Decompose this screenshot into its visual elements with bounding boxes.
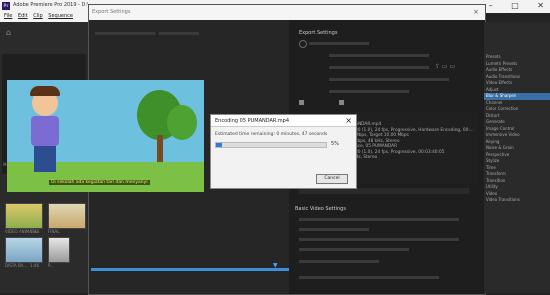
encoding-progress-bar (215, 142, 327, 148)
export-video-checkbox[interactable] (299, 100, 304, 105)
export-timeline-bar[interactable] (91, 268, 289, 271)
character-hair (30, 86, 60, 96)
menu-clip[interactable]: Clip (33, 13, 42, 19)
playhead-icon[interactable]: ▼ (273, 262, 278, 269)
menu-bar: File Edit Clip Sequence (0, 13, 90, 22)
export-settings-header: Export Settings (299, 30, 338, 36)
match-source-row[interactable] (299, 218, 459, 221)
tree-illustration (167, 105, 197, 140)
format-select[interactable] (329, 54, 429, 57)
effects-panel: Presets Lumetri Presets Audio Effects Audio… (484, 22, 550, 293)
encoding-progress-percent: 5% (331, 141, 339, 147)
export-dialog-titlebar: Export Settings × (89, 5, 485, 20)
clip-name: DISTA BA... (5, 263, 28, 268)
clip-name: P... (48, 263, 54, 268)
export-preview-frame: Di sekolah ada kegiatan tari dan menyany… (7, 80, 204, 192)
effects-list-item[interactable]: Video Transitions (484, 197, 550, 204)
export-dialog-close-button[interactable]: × (473, 8, 479, 16)
width-field[interactable] (299, 228, 369, 231)
preset-action-icons[interactable]: ⇪ ▭ ▭ (435, 63, 455, 70)
home-icon[interactable]: ⌂ (6, 28, 11, 37)
output-name-field[interactable] (329, 90, 409, 93)
comments-field[interactable] (329, 78, 449, 81)
encoding-close-button[interactable]: × (345, 116, 352, 125)
summary-line: Hz, Stereo (355, 155, 378, 160)
match-sequence-label (309, 42, 369, 45)
character-pants (34, 146, 56, 172)
field-order-field[interactable] (299, 260, 379, 263)
menu-edit[interactable]: Edit (18, 13, 28, 19)
encoding-cancel-button[interactable]: Cancel (316, 174, 348, 184)
encoding-dialog-title: Encoding 05 PUMANDAR.mp4 (215, 118, 290, 124)
menu-file[interactable]: File (4, 13, 12, 19)
character-shirt (31, 116, 59, 146)
preset-select[interactable] (329, 66, 429, 69)
output-tab[interactable] (159, 32, 199, 35)
clip-duration: 1:46 (30, 263, 39, 268)
clip-thumbnail[interactable] (48, 203, 86, 229)
maximize-button[interactable]: □ (511, 1, 519, 10)
summary-text: ANDAR.mp4 80 (1.0), 24 fps, Progressive,… (355, 122, 474, 161)
clip-thumbnail[interactable] (5, 237, 43, 263)
source-tab[interactable] (95, 32, 155, 35)
height-field[interactable] (299, 238, 459, 241)
match-sequence-radio[interactable] (299, 40, 307, 48)
basic-video-settings-header: Basic Video Settings (295, 206, 346, 212)
clip-thumbnail[interactable] (5, 203, 43, 229)
tree-trunk (157, 135, 163, 165)
close-window-button[interactable]: ✕ (537, 1, 544, 10)
encoding-progress-fill (216, 143, 222, 147)
menu-sequence[interactable]: Sequence (48, 13, 73, 19)
minimize-button[interactable]: – (489, 1, 493, 10)
clip-thumbnail[interactable] (48, 237, 70, 263)
app-title: Adobe Premiere Pro 2019 - D:\ (13, 2, 89, 8)
preview-subtitle: Di sekolah ada kegiatan tari dan menyany… (49, 180, 150, 185)
premiere-logo-icon: Pr (2, 2, 10, 10)
encoding-time-remaining: Estimated time remaining: 0 minutes, 47 … (215, 132, 328, 137)
frame-rate-field[interactable] (299, 248, 409, 251)
export-audio-checkbox[interactable] (339, 100, 344, 105)
clip-duration: 1:48 (30, 229, 39, 234)
render-options-row[interactable] (299, 276, 439, 279)
clip-name: FINAL (48, 229, 60, 234)
export-dialog-title: Export Settings (92, 9, 131, 15)
encoding-dialog-header: Encoding 05 PUMANDAR.mp4 × (211, 115, 356, 127)
